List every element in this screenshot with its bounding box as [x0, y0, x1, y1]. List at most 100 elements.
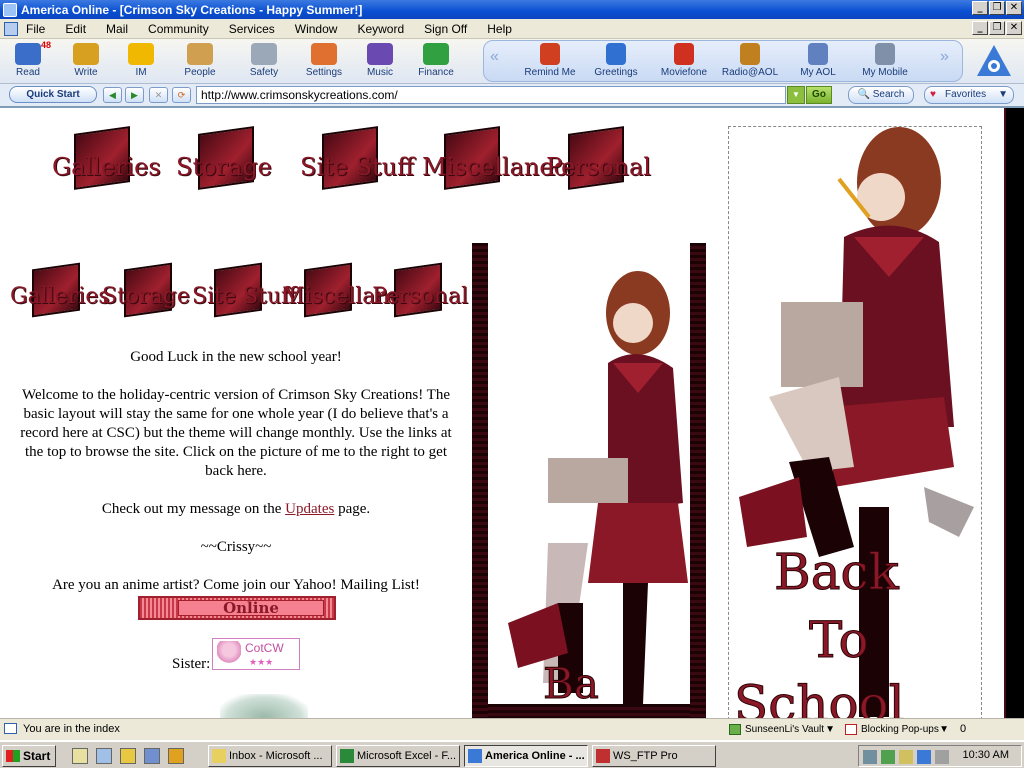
- online-banner-label: Online: [178, 600, 324, 616]
- menu-window[interactable]: Window: [295, 22, 338, 36]
- middle-portrait-frame: Ba: [488, 243, 690, 704]
- favorites-button[interactable]: ♥ Favorites ▼: [924, 86, 1014, 104]
- nav-large-site-stuff-link[interactable]: Site Stuff: [300, 122, 414, 208]
- document-icon: [808, 43, 828, 65]
- online-banner[interactable]: Online: [138, 596, 336, 620]
- schoolgirl-portrait-small[interactable]: Ba: [488, 243, 690, 704]
- panel-remind-me-button[interactable]: Remind Me: [520, 41, 580, 81]
- toolbar-read-button[interactable]: 48 Read: [0, 40, 56, 81]
- sister-site-badge[interactable]: CotCW ★★★: [212, 638, 300, 670]
- quick-start-button[interactable]: Quick Start: [9, 86, 97, 103]
- pencil-paper-icon: [73, 43, 99, 65]
- title-bar: America Online - [Crimson Sky Creations …: [0, 0, 1024, 19]
- nav-large-personal-link[interactable]: Personal: [546, 122, 651, 208]
- search-button[interactable]: 🔍 Search: [848, 86, 914, 104]
- go-button[interactable]: Go: [806, 86, 832, 104]
- panel-button-label: Greetings: [594, 67, 638, 78]
- frame-scrollbar-right[interactable]: [690, 243, 706, 718]
- popcorn-icon: [674, 43, 694, 65]
- anime-prompt-text: Are you an anime artist? Come join our Y…: [52, 577, 420, 593]
- minimize-button[interactable]: _: [972, 1, 988, 15]
- restore-button[interactable]: ❐: [989, 1, 1005, 15]
- popup-blocker-dropdown[interactable]: Blocking Pop-ups ▼: [843, 721, 949, 738]
- toolbar-button-label: Music: [366, 67, 394, 78]
- panel-moviefone-button[interactable]: Moviefone: [654, 41, 714, 81]
- menu-file[interactable]: File: [26, 22, 45, 36]
- panel-button-label: My AOL: [800, 67, 836, 78]
- task-wsftp[interactable]: WS_FTP Pro: [592, 745, 716, 767]
- nav-small-personal-link[interactable]: Personal: [372, 258, 468, 336]
- nav-small-miscellaneous-link[interactable]: Miscellaneous: [282, 258, 441, 336]
- nav-small-galleries-link[interactable]: Galleries: [10, 258, 110, 336]
- anime-thumbnail[interactable]: [220, 694, 308, 718]
- nav-small-storage-link[interactable]: Storage: [102, 258, 190, 336]
- toolbar-finance-button[interactable]: Finance: [408, 41, 464, 81]
- url-field[interactable]: http://www.crimsonskycreations.com/: [196, 86, 786, 104]
- schoolgirl-portrait-large[interactable]: Back To School: [729, 127, 983, 718]
- panel-button-label: Remind Me: [524, 67, 576, 78]
- panel-greetings-button[interactable]: Greetings: [586, 41, 646, 81]
- nav-large-miscellaneous-link[interactable]: Miscellaneous: [422, 122, 596, 208]
- panel-right-arrow-icon[interactable]: »: [940, 48, 949, 66]
- doc-restore-button[interactable]: ❐: [989, 21, 1005, 35]
- panel-radio-aol-button[interactable]: Radio@AOL: [720, 41, 780, 81]
- frame-scrollbar-left[interactable]: [472, 243, 488, 718]
- doc-close-button[interactable]: ✕: [1006, 21, 1022, 35]
- network-icon[interactable]: [863, 750, 877, 764]
- quicklaunch-icon[interactable]: [120, 748, 136, 764]
- doc-minimize-button[interactable]: _: [972, 21, 988, 35]
- toolbar-safety-button[interactable]: Safety: [236, 41, 292, 81]
- refresh-icon[interactable]: ⟳: [172, 87, 191, 103]
- menu-services[interactable]: Services: [229, 22, 275, 36]
- nav-small-site-stuff-link[interactable]: Site Stuff: [192, 258, 297, 336]
- monitor-icon[interactable]: [935, 750, 949, 764]
- radio-icon: [740, 43, 760, 65]
- nav-large-galleries-link[interactable]: Galleries: [52, 122, 161, 208]
- page-scrollbar[interactable]: [1004, 108, 1024, 718]
- nav-large-storage-link[interactable]: Storage: [176, 122, 272, 208]
- back-arrow-icon[interactable]: ◀: [103, 87, 122, 103]
- unread-count-badge: 48: [40, 40, 51, 50]
- desktop-icon[interactable]: [72, 748, 88, 764]
- nav-label: Site Stuff: [300, 152, 415, 181]
- panel-my-mobile-button[interactable]: My Mobile: [855, 41, 915, 81]
- toolbar-im-button[interactable]: IM: [113, 41, 169, 81]
- toolbar-settings-button[interactable]: Settings: [296, 41, 352, 81]
- volume-icon[interactable]: [899, 750, 913, 764]
- task-excel[interactable]: Microsoft Excel - F...: [336, 745, 460, 767]
- aol-tray-icon[interactable]: [917, 750, 931, 764]
- popup-count: 0: [960, 723, 967, 735]
- people-icon: [187, 43, 213, 65]
- toolbar-music-button[interactable]: Music: [352, 41, 408, 81]
- close-button[interactable]: ✕: [1006, 1, 1022, 15]
- task-wsftp-label: WS_FTP Pro: [613, 750, 678, 762]
- panel-left-arrow-icon[interactable]: «: [490, 48, 499, 66]
- start-button[interactable]: Start: [2, 745, 56, 767]
- nav-label: Personal: [546, 152, 651, 181]
- outlook-icon[interactable]: [96, 748, 112, 764]
- money-icon: [423, 43, 449, 65]
- menu-sign-off[interactable]: Sign Off: [424, 22, 467, 36]
- toolbar-people-button[interactable]: People: [172, 41, 228, 81]
- task-inbox[interactable]: Inbox - Microsoft ...: [208, 745, 332, 767]
- aol-app-icon: [3, 2, 17, 17]
- url-dropdown-icon[interactable]: ▼: [787, 86, 805, 104]
- vault-dropdown[interactable]: SunseenLi's Vault ▼: [727, 721, 835, 738]
- stop-icon[interactable]: ✕: [149, 87, 168, 103]
- tray-app-icon[interactable]: [881, 750, 895, 764]
- media-player-icon[interactable]: [168, 748, 184, 764]
- menu-help[interactable]: Help: [487, 22, 512, 36]
- menu-keyword[interactable]: Keyword: [357, 22, 404, 36]
- forward-arrow-icon[interactable]: ▶: [125, 87, 144, 103]
- task-aol[interactable]: America Online - ...: [464, 745, 588, 767]
- outlook-task-icon: [212, 749, 226, 763]
- toolbar-write-button[interactable]: Write: [58, 41, 114, 81]
- aol-quicklaunch-icon[interactable]: [144, 748, 160, 764]
- updates-link[interactable]: Updates: [285, 501, 334, 517]
- document-icon[interactable]: [4, 21, 18, 36]
- frame-scrollbar-bottom[interactable]: [488, 704, 690, 718]
- menu-community[interactable]: Community: [148, 22, 209, 36]
- menu-mail[interactable]: Mail: [106, 22, 128, 36]
- menu-edit[interactable]: Edit: [65, 22, 86, 36]
- panel-my-aol-button[interactable]: My AOL: [788, 41, 848, 81]
